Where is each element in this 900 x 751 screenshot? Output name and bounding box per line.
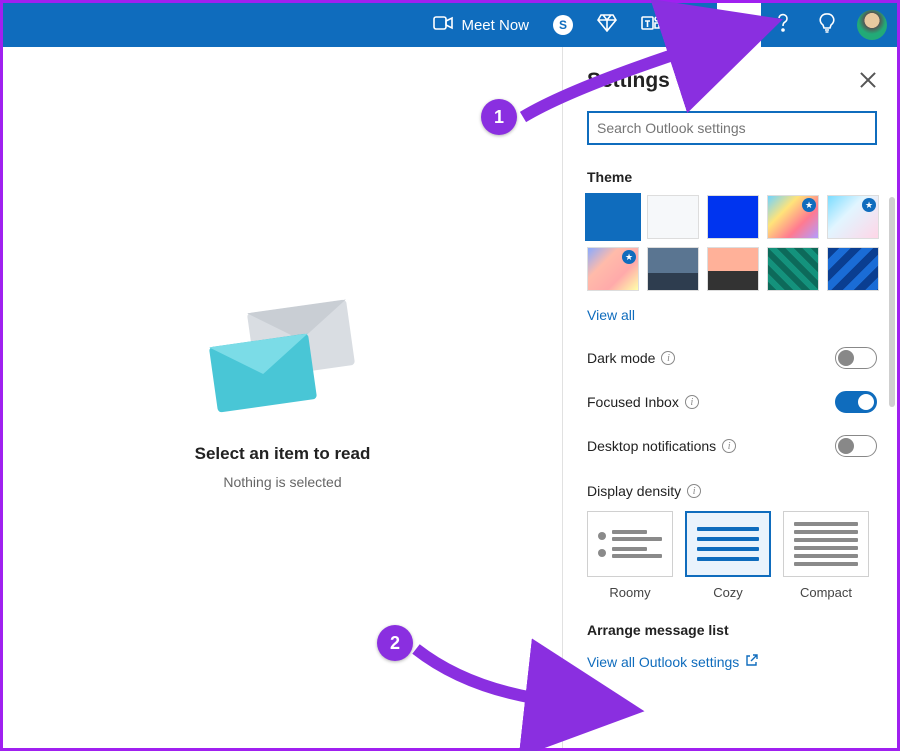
density-option-cozy[interactable]: Cozy [685,511,771,600]
info-icon[interactable]: i [685,395,699,409]
premium-star-icon: ★ [622,250,636,264]
empty-state-title: Select an item to read [195,444,371,464]
dark-mode-label: Dark mode [587,350,655,366]
meet-now-button[interactable]: Meet Now [421,16,541,34]
close-settings-button[interactable] [857,69,879,91]
envelope-icon [208,333,316,412]
popout-icon [745,654,758,670]
theme-grid: ★ ★ ★ [587,195,877,291]
focused-inbox-row: Focused Inbox i [587,391,877,413]
density-cozy-label: Cozy [685,585,771,600]
teams-icon [641,14,661,37]
tutorial-step-badge-2: 2 [377,625,413,661]
theme-tile-bold-blue[interactable] [707,195,759,239]
theme-tile-ribbon[interactable]: ★ [827,195,879,239]
density-roomy-label: Roomy [587,585,673,600]
theme-tile-light[interactable] [647,195,699,239]
question-icon [776,13,790,38]
help-button[interactable] [761,3,805,47]
arrange-message-list-label: Arrange message list [587,622,877,638]
density-options: Roomy Cozy Compact [587,511,877,600]
tutorial-arrow-2 [411,637,581,722]
settings-quick-panel: Settings Theme ★ ★ ★ View all Dark mode … [562,47,897,748]
account-avatar[interactable] [857,10,887,40]
display-density-row: Display density i [587,483,877,499]
theme-view-all-link[interactable]: View all [587,307,635,323]
info-icon[interactable]: i [661,351,675,365]
density-compact-label: Compact [783,585,869,600]
gear-icon [729,13,749,38]
dark-mode-toggle[interactable] [835,347,877,369]
focused-inbox-label: Focused Inbox [587,394,679,410]
video-icon [433,16,453,34]
desktop-notifications-label: Desktop notifications [587,438,716,454]
tutorial-arrow-1 [513,37,733,132]
skype-icon: S [553,15,573,35]
desktop-notifications-row: Desktop notifications i [587,435,877,457]
premium-star-icon: ★ [862,198,876,212]
info-icon[interactable]: i [722,439,736,453]
tutorial-step-badge-1: 1 [481,99,517,135]
theme-tile-mountain[interactable] [647,247,699,291]
empty-state-subtitle: Nothing is selected [223,474,341,490]
view-all-outlook-settings-label: View all Outlook settings [587,654,739,670]
display-density-label: Display density [587,483,681,499]
density-option-roomy[interactable]: Roomy [587,511,673,600]
density-option-compact[interactable]: Compact [783,511,869,600]
theme-section-label: Theme [587,169,877,185]
premium-star-icon: ★ [802,198,816,212]
dark-mode-row: Dark mode i [587,347,877,369]
theme-tile-circuit[interactable] [767,247,819,291]
theme-tile-geometric[interactable] [827,247,879,291]
tips-button[interactable] [805,3,849,47]
panel-scrollbar[interactable] [889,197,895,407]
focused-inbox-toggle[interactable] [835,391,877,413]
app-top-bar: Meet Now S [3,3,897,47]
view-all-outlook-settings-link[interactable]: View all Outlook settings [587,654,758,670]
meet-now-label: Meet Now [461,17,529,34]
todo-icon [685,14,705,37]
theme-tile-default-blue[interactable] [587,195,639,239]
empty-state-illustration [213,306,353,416]
lightbulb-icon [819,13,835,38]
theme-tile-rainbow[interactable]: ★ [767,195,819,239]
theme-tile-unicorn[interactable]: ★ [587,247,639,291]
desktop-notifications-toggle[interactable] [835,435,877,457]
diamond-icon [597,14,617,37]
theme-tile-sunset[interactable] [707,247,759,291]
info-icon[interactable]: i [687,484,701,498]
